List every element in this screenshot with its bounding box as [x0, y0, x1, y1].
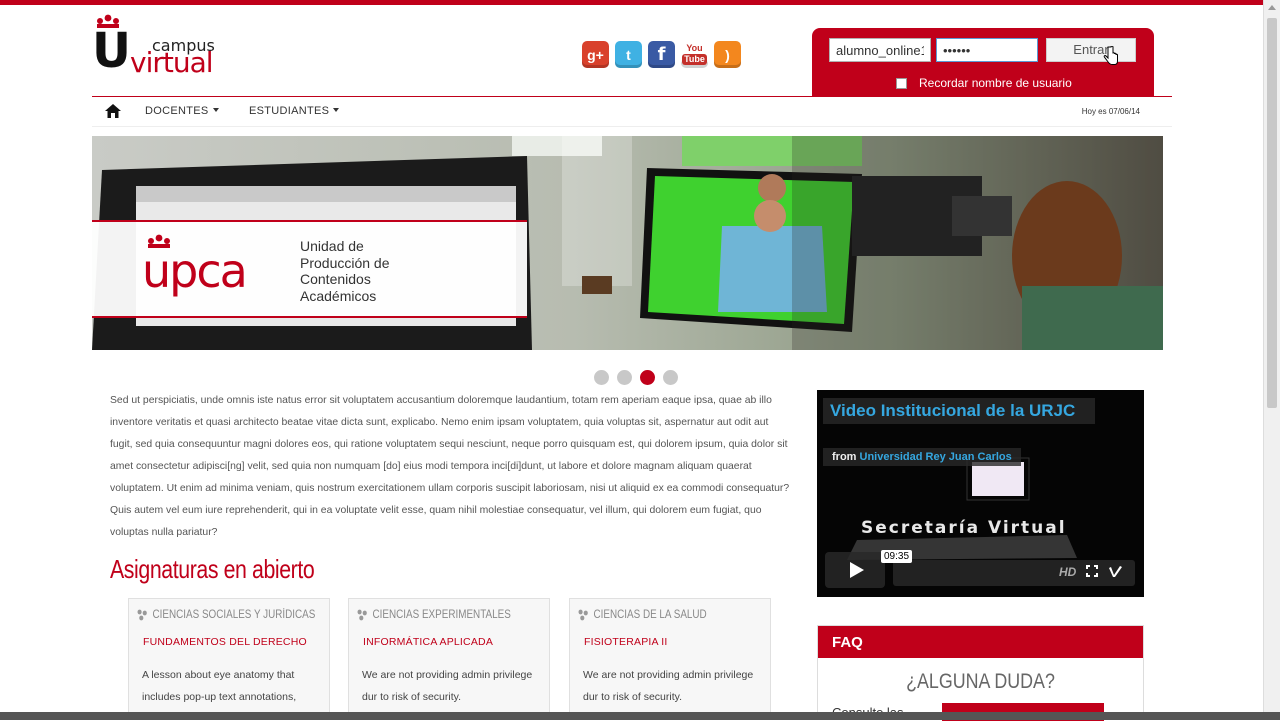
remember-checkbox[interactable] [896, 77, 907, 89]
slide-dot-3[interactable] [640, 370, 655, 385]
scroll-up-icon[interactable] [1268, 5, 1276, 10]
vertical-scrollbar[interactable] [1263, 0, 1280, 712]
slider-dots [594, 370, 678, 385]
bottom-edge-bar [0, 712, 1280, 720]
youtube-icon[interactable]: You Tube [681, 41, 708, 68]
remember-username[interactable]: Recordar nombre de usuario [896, 76, 1072, 90]
logo-u: U [92, 23, 131, 79]
card-category: CIENCIAS SOCIALES Y JURÍDICAS [137, 609, 315, 621]
main-nav: DOCENTES ESTUDIANTES Hoy es 07/06/14 [92, 96, 1172, 127]
video-title[interactable]: Video Institucional de la URJC [823, 398, 1095, 424]
upca-wordmark: upca [142, 244, 248, 298]
remember-label: Recordar nombre de usuario [919, 76, 1072, 90]
hero-banner[interactable]: upca Unidad de Producción de Contenidos … [92, 136, 1163, 350]
card-description: A lesson about eye anatomy that includes… [142, 669, 297, 703]
banner-line: Contenidos [300, 271, 371, 287]
top-accent-bar [0, 0, 1264, 5]
course-card[interactable]: CIENCIAS DE LA SALUD FISIOTERAPIA II We … [569, 598, 771, 718]
banner-line: Unidad de [300, 238, 364, 254]
scrollbar-thumb[interactable] [1267, 18, 1277, 408]
faq-header: FAQ [818, 626, 1143, 658]
slide-dot-2[interactable] [617, 370, 632, 385]
faq-question: ¿ALGUNA DUDA? [906, 670, 1055, 693]
section-title: Asignaturas en abierto [110, 554, 315, 584]
social-links: g+ t f You Tube ) [582, 41, 741, 68]
nav-estudiantes[interactable]: ESTUDIANTES [249, 105, 340, 117]
card-description: We are not providing admin privilege dur… [362, 669, 533, 703]
course-card[interactable]: CIENCIAS EXPERIMENTALES INFORMÁTICA APLI… [348, 598, 550, 718]
card-course-link[interactable]: FISIOTERAPIA II [584, 636, 668, 648]
current-date: Hoy es 07/06/14 [1081, 107, 1140, 116]
facebook-icon[interactable]: f [648, 41, 675, 68]
home-icon[interactable] [105, 104, 121, 118]
campus-virtual-logo[interactable]: U campus virtual [92, 14, 232, 84]
vimeo-icon[interactable] [1108, 565, 1123, 577]
video-duration: 09:35 [881, 550, 913, 563]
hd-icon[interactable]: HD [1059, 565, 1076, 579]
video-overlay-text: Secretaría Virtual [861, 518, 1067, 538]
google-plus-icon[interactable]: g+ [582, 41, 609, 68]
chevron-down-icon [212, 108, 219, 112]
molecule-icon [357, 609, 367, 621]
card-category: CIENCIAS EXPERIMENTALES [357, 609, 511, 621]
fullscreen-icon[interactable] [1086, 565, 1099, 577]
banner-photo [92, 136, 1163, 350]
login-button[interactable]: Entrar [1046, 38, 1136, 62]
video-controls: HD [1059, 565, 1123, 579]
chevron-down-icon [333, 108, 340, 112]
hand-cursor-icon [1103, 46, 1118, 65]
video-source: from Universidad Rey Juan Carlos [823, 448, 1021, 466]
video-channel-link[interactable]: Universidad Rey Juan Carlos [860, 451, 1012, 463]
banner-line: Producción de [300, 254, 390, 271]
twitter-icon[interactable]: t [615, 41, 642, 68]
course-card[interactable]: CIENCIAS SOCIALES Y JURÍDICAS FUNDAMENTO… [128, 598, 330, 718]
username-input[interactable] [829, 38, 931, 62]
card-category: CIENCIAS DE LA SALUD [578, 609, 707, 621]
logo-virtual: virtual [130, 46, 214, 79]
card-course-link[interactable]: INFORMÁTICA APLICADA [363, 636, 493, 648]
rss-icon[interactable]: ) [714, 41, 741, 68]
intro-text: Sed ut perspiciatis, unde omnis iste nat… [110, 395, 790, 538]
banner-line: Académicos [300, 287, 377, 304]
banner-caption: Unidad de Producción de Contenidos Acadé… [300, 238, 390, 304]
card-description: We are not providing admin privilege dur… [583, 669, 754, 703]
password-input[interactable] [936, 38, 1038, 62]
nav-docentes[interactable]: DOCENTES [145, 105, 219, 117]
slide-dot-4[interactable] [663, 370, 678, 385]
molecule-icon [578, 609, 588, 621]
slide-dot-1[interactable] [594, 370, 609, 385]
video-player[interactable]: Video Institucional de la URJC from Univ… [817, 390, 1144, 597]
molecule-icon [137, 609, 147, 621]
play-button[interactable] [825, 552, 885, 588]
card-course-link[interactable]: FUNDAMENTOS DEL DERECHO [143, 636, 307, 648]
faq-panel: FAQ ¿ALGUNA DUDA? Consulte las [817, 625, 1144, 721]
